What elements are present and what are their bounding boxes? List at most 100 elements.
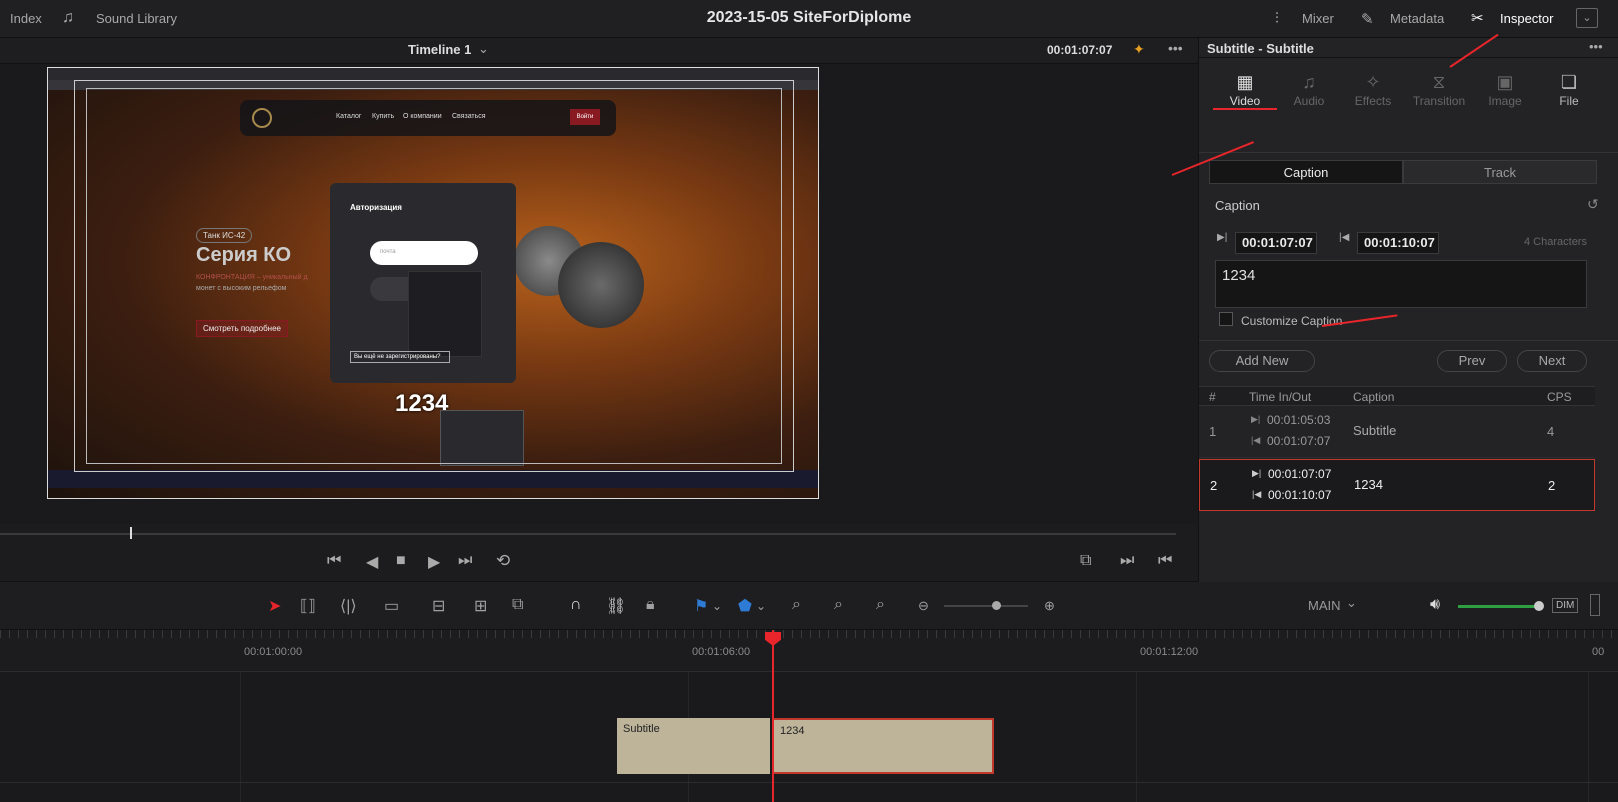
taskbar <box>48 470 818 488</box>
volume-slider-handle[interactable] <box>1534 601 1544 611</box>
ruler-label: 00:01:06:00 <box>692 646 751 658</box>
film-icon: ▦ <box>1236 72 1254 92</box>
customize-caption-checkbox[interactable] <box>1219 312 1233 326</box>
snapping-icon[interactable]: ∩ <box>570 596 582 614</box>
zoom-in-icon[interactable]: ⊕ <box>1044 598 1055 614</box>
chevron-down-icon[interactable]: ⌄ <box>1346 595 1357 611</box>
next-button[interactable]: Next <box>1517 350 1587 372</box>
marker-icon[interactable]: ⬟ <box>738 596 752 616</box>
replace-clip-icon[interactable]: ⧉ <box>512 596 523 614</box>
time-out-field[interactable]: 00:01:10:07 <box>1357 232 1439 254</box>
caption-text-field[interactable]: 1234 <box>1215 260 1587 308</box>
char-count: 4 Characters <box>1524 236 1587 248</box>
insert-clip-icon[interactable]: ⊟ <box>432 596 445 616</box>
track-selector[interactable]: MAIN <box>1308 598 1341 613</box>
segment-track[interactable]: Track <box>1403 160 1597 184</box>
reset-icon[interactable]: ↺ <box>1587 196 1599 213</box>
match-frame-icon[interactable]: ⧉ <box>1080 552 1091 570</box>
segment-caption[interactable]: Caption <box>1209 160 1403 184</box>
tab-video[interactable]: ▦ Video <box>1213 70 1277 108</box>
metadata-icon: ✎ <box>1361 11 1374 28</box>
selection-tool-icon[interactable]: ➤ <box>268 596 281 616</box>
volume-slider[interactable] <box>1458 605 1540 608</box>
browser-tabs <box>48 68 818 80</box>
next-edit-icon[interactable]: ⏭ <box>1120 552 1134 570</box>
chevron-down-icon[interactable]: ⌄ <box>756 599 766 613</box>
play-icon[interactable]: ▶ <box>428 552 440 572</box>
prev-edit-icon[interactable]: ⏮ <box>1158 552 1172 570</box>
skip-end-icon[interactable]: ⏭ <box>458 552 472 570</box>
divider <box>1199 152 1618 153</box>
top-bar: Index ♫ Sound Library 2023-15-05 SiteFor… <box>0 0 1618 38</box>
col-time: Time In/Out <box>1249 390 1312 404</box>
zoom-slider-handle[interactable] <box>992 601 1001 610</box>
flag-icon[interactable]: ⚑ <box>694 596 708 616</box>
play-reverse-icon[interactable]: ◀ <box>366 552 378 572</box>
link-icon[interactable]: ⛓ <box>606 596 626 616</box>
inspector-button[interactable]: Inspector <box>1500 11 1553 26</box>
metadata-button[interactable]: Metadata <box>1390 11 1444 26</box>
ruler-label: 00 <box>1592 646 1605 658</box>
subtitle-clip-selected[interactable]: 1234 <box>772 718 994 774</box>
tab-image[interactable]: ▣ Image <box>1473 70 1537 108</box>
subtitle-clip[interactable]: Subtitle <box>617 718 770 774</box>
project-title: 2023-15-05 SiteForDiplome <box>706 9 912 26</box>
tab-audio[interactable]: ♫ Audio <box>1277 70 1341 108</box>
prev-button[interactable]: Prev <box>1437 350 1507 372</box>
chevron-down-icon[interactable]: ⌄ <box>478 41 489 57</box>
playhead[interactable] <box>772 630 774 802</box>
tab-video-underline <box>1213 108 1277 110</box>
time-in-field[interactable]: 00:01:07:07 <box>1235 232 1317 254</box>
inspector-icon: ✂ <box>1471 10 1484 27</box>
table-row[interactable]: 1 ▶| 00:01:05:03 |◀ 00:01:07:07 Subtitle… <box>1199 406 1595 458</box>
viewer: Каталог Купить О компании Связаться Войт… <box>0 64 1198 524</box>
table-row-selected[interactable]: 2 ▶| 00:01:07:07 |◀ 00:01:10:07 1234 2 <box>1199 459 1595 511</box>
chevron-down-icon[interactable]: ⌄ <box>712 599 722 613</box>
tab-file[interactable]: ❏ File <box>1537 70 1601 108</box>
col-num: # <box>1209 390 1216 404</box>
stop-icon[interactable]: ■ <box>396 552 406 570</box>
tab-transition[interactable]: ⧖ Transition <box>1407 70 1471 108</box>
zoom-out-icon[interactable]: ⊖ <box>918 598 929 614</box>
time-in-icon: ▶| <box>1252 468 1262 478</box>
video-frame[interactable]: Каталог Купить О компании Связаться Войт… <box>47 67 819 499</box>
dim-button[interactable]: DIM <box>1552 598 1579 613</box>
viewer-timecode: 00:01:07:07 <box>1047 43 1113 57</box>
mixer-button[interactable]: Mixer <box>1302 11 1334 26</box>
skip-start-icon[interactable]: ⏮ <box>327 552 341 570</box>
zoom-detail-icon[interactable]: ⌕ <box>834 596 843 614</box>
timeline-name[interactable]: Timeline 1 <box>408 42 471 57</box>
add-new-button[interactable]: Add New <box>1209 350 1315 372</box>
blade-tool-icon[interactable]: ▭ <box>384 596 399 616</box>
scrubber-handle[interactable] <box>130 527 132 539</box>
transport-controls: ⏮ ◀ ■ ▶ ⏭ ⟲ ⧉ ⏭ ⏮ <box>0 524 1198 582</box>
col-caption: Caption <box>1353 390 1395 404</box>
tab-effects[interactable]: ✧ Effects <box>1341 70 1405 108</box>
scrubber-track[interactable] <box>0 533 1176 535</box>
time-in-icon: ▶| <box>1217 232 1228 243</box>
zoom-slider[interactable] <box>944 605 1028 607</box>
col-cps: CPS <box>1547 390 1572 404</box>
zoom-full-icon[interactable]: ⌕ <box>792 596 801 614</box>
zoom-custom-icon[interactable]: ⌕ <box>876 596 885 614</box>
meter-icon <box>1590 594 1600 616</box>
edit-toolbar: ➤ ⟦⟧ ⟨|⟩ ▭ ⊟ ⊞ ⧉ ∩ ⛓ 🔒︎ ⚑ ⌄ ⬟ ⌄ ⌕ ⌕ ⌕ ⊖ … <box>0 582 1618 630</box>
image-icon: ▣ <box>1496 72 1514 92</box>
more-options-icon[interactable]: ••• <box>1589 39 1603 54</box>
chevron-down-icon[interactable]: ⌄ <box>1576 8 1598 28</box>
dynamic-trim-icon[interactable]: ⟨|⟩ <box>340 596 357 616</box>
time-out-icon: |◀ <box>1252 489 1262 499</box>
timeline-ruler[interactable]: 00:01:00:00 00:01:06:00 00:01:12:00 00 <box>0 630 1618 672</box>
lock-icon[interactable]: 🔒︎ <box>646 596 655 614</box>
trim-tool-icon[interactable]: ⟦⟧ <box>300 596 316 616</box>
color-picker-icon[interactable]: ✦ <box>1133 41 1145 58</box>
wand-icon: ✧ <box>1365 72 1381 92</box>
viewer-header: Timeline 1 ⌄ 00:01:07:07 ✦ ••• <box>0 38 1198 64</box>
track-divider <box>0 782 1618 783</box>
loop-icon[interactable]: ⟲ <box>496 551 510 571</box>
more-options-icon[interactable]: ••• <box>1168 40 1183 56</box>
volume-icon[interactable]: 🔊︎ <box>1430 596 1440 614</box>
file-icon: ❏ <box>1560 72 1578 92</box>
inspector-panel: Subtitle - Subtitle ••• ▦ Video ♫ Audio ✧ E… <box>1198 38 1618 582</box>
overwrite-clip-icon[interactable]: ⊞ <box>474 596 487 616</box>
